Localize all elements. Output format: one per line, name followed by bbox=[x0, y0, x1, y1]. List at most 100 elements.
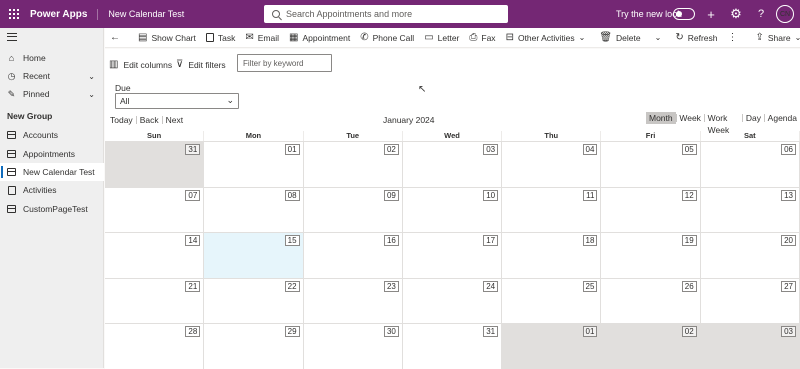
sidebar-item-home[interactable]: ⌂ Home bbox=[0, 49, 104, 67]
email-button[interactable]: ✉ Email bbox=[240, 28, 284, 48]
app-title[interactable]: New Calendar Test bbox=[108, 9, 184, 19]
day-number-link[interactable]: 03 bbox=[483, 144, 499, 155]
calendar-day-cell[interactable]: 23 bbox=[303, 278, 403, 323]
day-number-link[interactable]: 30 bbox=[383, 326, 399, 337]
calendar-day-cell[interactable]: 27 bbox=[700, 278, 800, 323]
sidebar-item-recent[interactable]: ◷ Recent ⌄ bbox=[0, 67, 104, 85]
calendar-day-cell[interactable]: 02 bbox=[601, 324, 701, 369]
day-number-link[interactable]: 20 bbox=[781, 235, 796, 246]
day-number-link[interactable]: 29 bbox=[284, 326, 300, 337]
day-number-link[interactable]: 23 bbox=[383, 280, 399, 292]
calendar-day-cell[interactable]: 03 bbox=[402, 142, 503, 187]
day-number-link[interactable]: 21 bbox=[185, 280, 201, 292]
calendar-day-cell[interactable]: 12 bbox=[601, 187, 701, 232]
day-number-link[interactable]: 05 bbox=[681, 144, 697, 155]
day-number-link[interactable]: 16 bbox=[383, 235, 399, 246]
day-number-link[interactable]: 24 bbox=[483, 280, 499, 292]
calendar-day-cell[interactable]: 22 bbox=[204, 278, 304, 323]
day-number-link[interactable]: 01 bbox=[284, 144, 300, 155]
calendar-day-cell[interactable]: 29 bbox=[204, 324, 304, 369]
next-month-button[interactable]: Next bbox=[163, 114, 186, 126]
sidebar-item-new-calendar-test[interactable]: New Calendar Test bbox=[0, 163, 104, 181]
day-number-link[interactable]: 31 bbox=[483, 326, 499, 337]
calendar-day-cell[interactable]: 18 bbox=[502, 233, 602, 278]
view-day-button[interactable]: Day bbox=[743, 112, 764, 124]
day-number-link[interactable]: 08 bbox=[284, 189, 300, 201]
calendar-day-cell[interactable]: 28 bbox=[105, 324, 205, 369]
task-button[interactable]: Task bbox=[201, 28, 240, 48]
refresh-button[interactable]: ↻ Refresh bbox=[670, 28, 722, 48]
day-number-link[interactable]: 19 bbox=[681, 235, 697, 246]
day-number-link[interactable]: 11 bbox=[583, 189, 598, 201]
global-search-input[interactable]: Search Appointments and more bbox=[264, 5, 508, 23]
day-number-link[interactable]: 27 bbox=[781, 280, 796, 292]
day-number-link[interactable]: 18 bbox=[582, 235, 598, 246]
day-number-link[interactable]: 04 bbox=[582, 144, 598, 155]
letter-button[interactable]: ▭ Letter bbox=[419, 28, 464, 48]
calendar-day-cell[interactable]: 08 bbox=[204, 187, 304, 232]
day-number-link[interactable]: 09 bbox=[383, 189, 399, 201]
sidebar-item-appointments[interactable]: Appointments bbox=[0, 145, 104, 163]
day-number-link[interactable]: 02 bbox=[383, 144, 399, 155]
day-number-link[interactable]: 02 bbox=[681, 326, 697, 337]
due-select[interactable]: All ⌄ bbox=[115, 93, 239, 109]
view-month-button[interactable]: Month bbox=[646, 112, 676, 124]
day-number-link[interactable]: 31 bbox=[185, 144, 201, 155]
calendar-day-cell[interactable]: 03 bbox=[700, 324, 800, 369]
calendar-day-cell[interactable]: 02 bbox=[303, 142, 403, 187]
delete-button[interactable]: 🗑 Delete bbox=[594, 28, 645, 48]
edit-columns-button[interactable]: ▥ Edit columns bbox=[109, 59, 172, 70]
calendar-day-cell[interactable]: 07 bbox=[105, 187, 205, 232]
sidebar-item-accounts[interactable]: Accounts bbox=[0, 126, 104, 144]
calendar-day-cell[interactable]: 11 bbox=[502, 187, 602, 232]
calendar-day-cell[interactable]: 05 bbox=[601, 142, 701, 187]
appointment-button[interactable]: ▦ Appointment bbox=[284, 28, 355, 48]
calendar-day-cell[interactable]: 01 bbox=[502, 324, 602, 369]
edit-filters-button[interactable]: ⊽ Edit filters bbox=[176, 59, 226, 70]
day-number-link[interactable]: 10 bbox=[483, 189, 499, 201]
calendar-day-cell[interactable]: 31 bbox=[402, 324, 503, 369]
calendar-day-cell[interactable]: 19 bbox=[601, 233, 701, 278]
today-button[interactable]: Today bbox=[107, 114, 136, 126]
show-chart-button[interactable]: ▤ Show Chart bbox=[133, 28, 201, 48]
settings-gear-icon[interactable]: ⚙ bbox=[728, 6, 744, 22]
day-number-link[interactable]: 15 bbox=[284, 235, 300, 246]
sidebar-item-activities[interactable]: Activities bbox=[0, 181, 104, 199]
day-number-link[interactable]: 14 bbox=[185, 235, 201, 246]
day-number-link[interactable]: 26 bbox=[681, 280, 697, 292]
calendar-day-cell[interactable]: 01 bbox=[204, 142, 304, 187]
sidebar-item-custompagetest[interactable]: CustomPageTest bbox=[0, 200, 104, 218]
other-activities-button[interactable]: ⊟ Other Activities ⌄ bbox=[501, 28, 591, 48]
help-icon[interactable]: ? bbox=[753, 6, 769, 22]
day-number-link[interactable]: 01 bbox=[582, 326, 598, 337]
hamburger-menu-icon[interactable] bbox=[7, 33, 17, 41]
phone-call-button[interactable]: ✆ Phone Call bbox=[355, 28, 419, 48]
calendar-day-cell[interactable]: 17 bbox=[402, 233, 503, 278]
day-number-link[interactable]: 03 bbox=[781, 326, 796, 337]
user-avatar[interactable]: CN bbox=[776, 5, 794, 23]
calendar-day-cell[interactable]: 25 bbox=[502, 278, 602, 323]
try-new-look-toggle[interactable] bbox=[673, 8, 695, 20]
day-number-link[interactable]: 25 bbox=[582, 280, 598, 292]
calendar-day-cell[interactable]: 31 bbox=[105, 142, 205, 187]
calendar-day-cell[interactable]: 06 bbox=[700, 142, 800, 187]
delete-more-button[interactable]: ⌄ bbox=[650, 28, 667, 48]
back-month-button[interactable]: Back bbox=[137, 114, 162, 126]
calendar-day-cell[interactable]: 13 bbox=[700, 187, 800, 232]
sidebar-item-pinned[interactable]: ✎ Pinned ⌄ bbox=[0, 85, 104, 103]
calendar-day-cell[interactable]: 10 bbox=[402, 187, 503, 232]
calendar-day-cell[interactable]: 30 bbox=[303, 324, 403, 369]
day-number-link[interactable]: 28 bbox=[185, 326, 201, 337]
calendar-day-cell-today[interactable]: 15 bbox=[204, 233, 304, 278]
view-agenda-button[interactable]: Agenda bbox=[765, 112, 800, 124]
more-commands-button[interactable]: ⋮ bbox=[722, 28, 746, 48]
calendar-day-cell[interactable]: 09 bbox=[303, 187, 403, 232]
calendar-day-cell[interactable]: 26 bbox=[601, 278, 701, 323]
share-button[interactable]: ⇪ Share ⌄ bbox=[750, 28, 800, 48]
calendar-day-cell[interactable]: 24 bbox=[402, 278, 503, 323]
day-number-link[interactable]: 13 bbox=[781, 189, 796, 201]
day-number-link[interactable]: 22 bbox=[284, 280, 300, 292]
brand-name[interactable]: Power Apps bbox=[30, 8, 99, 20]
calendar-day-cell[interactable]: 21 bbox=[105, 278, 205, 323]
day-number-link[interactable]: 07 bbox=[185, 189, 201, 201]
